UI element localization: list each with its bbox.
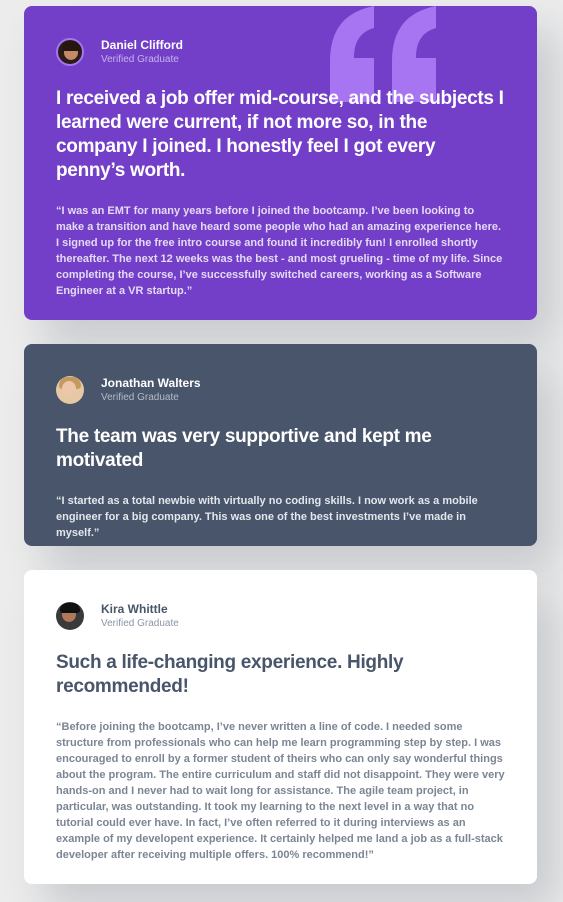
avatar-hair (62, 41, 82, 51)
author-name: Jonathan Walters (101, 375, 201, 390)
avatar (56, 602, 84, 630)
author-name: Daniel Clifford (101, 37, 184, 52)
author-details: Daniel Clifford Verified Graduate (101, 38, 183, 67)
testimonial-card-kira: Kira Whittle Verified Graduate Such a li… (24, 570, 537, 884)
testimonial-headline: I received a job offer mid-course, and t… (56, 88, 504, 181)
avatar (56, 38, 84, 66)
author-status: Verified Graduate (101, 617, 179, 629)
testimonial-card-jonathan: Jonathan Walters Verified Graduate The t… (24, 344, 537, 546)
avatar-face (62, 381, 76, 396)
testimonial-body: “I was an EMT for many years before I jo… (56, 205, 503, 297)
author-info: Daniel Clifford Verified Graduate (56, 38, 505, 66)
author-details: Kira Whittle Verified Graduate (101, 602, 179, 631)
testimonials-page: Daniel Clifford Verified Graduate I rece… (0, 0, 563, 902)
testimonial-headline: The team was very supportive and kept me… (56, 426, 432, 471)
avatar-hair (60, 603, 80, 613)
author-info: Jonathan Walters Verified Graduate (56, 376, 505, 404)
testimonial-card-daniel: Daniel Clifford Verified Graduate I rece… (24, 6, 537, 320)
testimonial-headline: Such a life-changing experience. Highly … (56, 652, 404, 697)
testimonial-body: “I started as a total newbie with virtua… (56, 495, 478, 539)
avatar (56, 376, 84, 404)
author-status: Verified Graduate (101, 53, 179, 65)
testimonial-body: “Before joining the bootcamp, I’ve never… (56, 721, 505, 861)
author-status: Verified Graduate (101, 391, 179, 403)
author-details: Jonathan Walters Verified Graduate (101, 376, 201, 405)
author-name: Kira Whittle (101, 601, 168, 616)
author-info: Kira Whittle Verified Graduate (56, 602, 505, 630)
